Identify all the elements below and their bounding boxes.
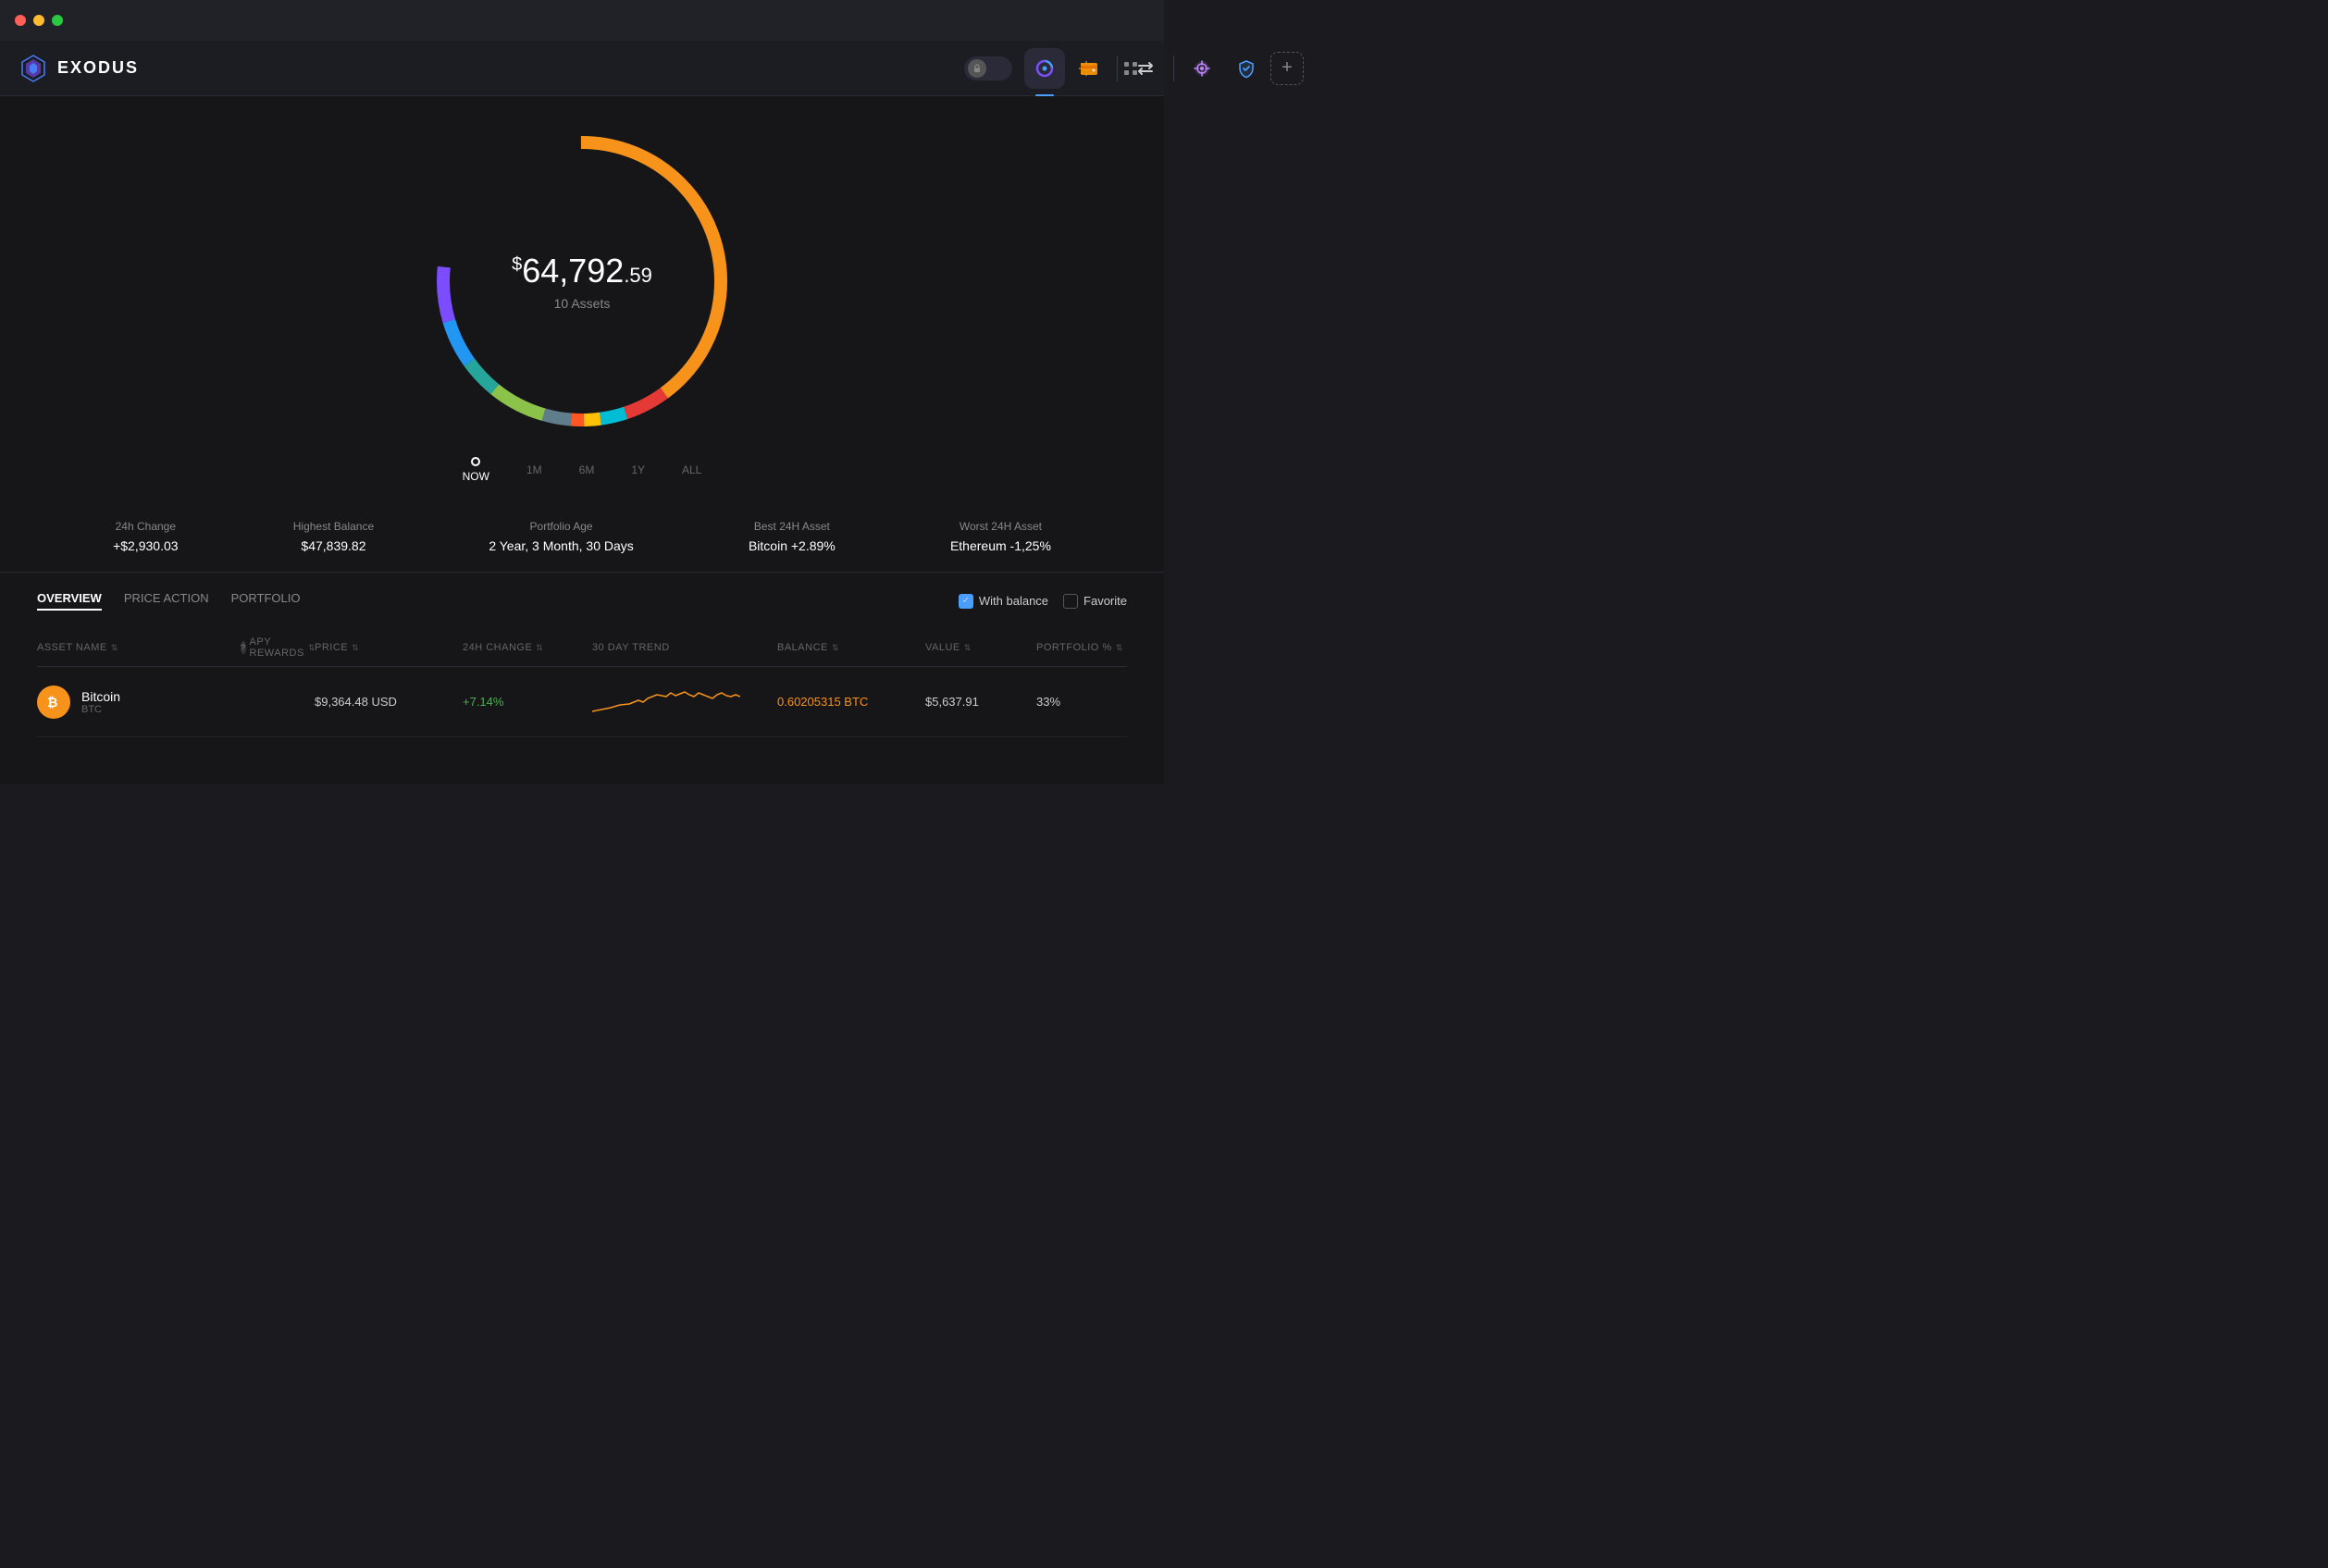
tab-apps[interactable]: [1182, 48, 1222, 89]
time-6m[interactable]: 6M: [579, 463, 595, 476]
sort-price-icon: ⇅: [352, 643, 359, 653]
th-apy[interactable]: ? APY REWARDS ⇅: [241, 636, 315, 659]
asset-info-cell: ₿ Bitcoin BTC: [37, 685, 241, 719]
sort-value-icon: ⇅: [964, 643, 972, 653]
wallet-icon: [1079, 58, 1099, 79]
sort-portfolio-icon: ⇅: [1116, 643, 1123, 653]
add-tab-button[interactable]: +: [1270, 52, 1304, 85]
maximize-button[interactable]: [52, 15, 63, 26]
btc-icon: ₿: [37, 685, 70, 719]
chart-section: $64,792.59 10 Assets NOW 1M 6M 1Y ALL: [0, 96, 1164, 501]
time-1m[interactable]: 1M: [526, 463, 542, 476]
tab-portfolio[interactable]: PORTFOLIO: [231, 591, 301, 611]
sort-asset-icon: ⇅: [111, 643, 118, 653]
portfolio-icon: [1034, 58, 1055, 79]
table-header: ASSET NAME ⇅ ? APY REWARDS ⇅ PRICE ⇅ 24H…: [37, 629, 1127, 667]
lock-toggle[interactable]: [964, 56, 1012, 80]
th-price[interactable]: PRICE ⇅: [315, 636, 463, 659]
logo[interactable]: EXODUS: [19, 54, 139, 83]
th-portfolio[interactable]: PORTFOLIO % ⇅: [1036, 636, 1129, 659]
nav-tabs: +: [1024, 48, 1304, 89]
passkey-icon: [1236, 58, 1257, 79]
th-change[interactable]: 24H CHANGE ⇅: [463, 636, 592, 659]
tab-passkey[interactable]: [1226, 48, 1267, 89]
stat-worst-asset: Worst 24H Asset Ethereum -1,25%: [950, 520, 1051, 553]
tab-overview[interactable]: OVERVIEW: [37, 591, 102, 611]
sort-change-icon: ⇅: [536, 643, 543, 653]
favorite-checkbox[interactable]: [1063, 594, 1078, 609]
svg-text:₿: ₿: [47, 695, 57, 710]
th-value[interactable]: VALUE ⇅: [925, 636, 1036, 659]
value-cell: $5,637.91: [925, 695, 1036, 709]
tab-price-action[interactable]: PRICE ACTION: [124, 591, 209, 611]
nav-separator-2: [1173, 56, 1174, 81]
donut-chart: $64,792.59 10 Assets: [425, 124, 739, 438]
asset-info: ₿ Bitcoin BTC: [37, 685, 241, 719]
stat-24h-change: 24h Change +$2,930.03: [113, 520, 178, 553]
with-balance-checkbox[interactable]: ✓: [959, 594, 973, 609]
btc-sparkline: [592, 682, 740, 719]
time-all[interactable]: ALL: [682, 463, 701, 476]
th-asset-name[interactable]: ASSET NAME ⇅: [37, 636, 241, 659]
time-now[interactable]: NOW: [463, 457, 489, 483]
apy-help-icon[interactable]: ?: [241, 641, 246, 654]
stats-row: 24h Change +$2,930.03 Highest Balance $4…: [0, 501, 1164, 573]
sort-balance-icon: ⇅: [832, 643, 839, 653]
main-content: $64,792.59 10 Assets NOW 1M 6M 1Y ALL 24…: [0, 96, 1164, 784]
change-cell: +7.14%: [463, 695, 592, 709]
title-bar: [0, 0, 1164, 41]
th-balance[interactable]: BALANCE ⇅: [777, 636, 925, 659]
apps-icon: [1192, 58, 1212, 79]
time-1y[interactable]: 1Y: [631, 463, 645, 476]
th-trend: 30 DAY TREND: [592, 636, 777, 659]
asset-name-col: Bitcoin BTC: [81, 689, 120, 715]
filter-favorite[interactable]: Favorite: [1063, 594, 1127, 609]
tab-portfolio[interactable]: [1024, 48, 1065, 89]
header: EXODUS: [0, 41, 1164, 96]
table-filters: ✓ With balance Favorite: [959, 594, 1127, 609]
balance-cell: 0.60205315 BTC: [777, 695, 925, 709]
filter-with-balance[interactable]: ✓ With balance: [959, 594, 1048, 609]
stat-best-asset: Best 24H Asset Bitcoin +2.89%: [749, 520, 836, 553]
table-tabs: OVERVIEW PRICE ACTION PORTFOLIO ✓ With b…: [37, 591, 1127, 611]
exchange-icon: [1135, 58, 1156, 79]
tab-exchange[interactable]: [1125, 48, 1166, 89]
price-cell: $9,364.48 USD: [315, 695, 463, 709]
table-row[interactable]: ₿ Bitcoin BTC $9,364.48 USD +7.14% 0.: [37, 667, 1127, 737]
donut-center: $64,792.59 10 Assets: [512, 252, 652, 311]
lock-icon: [968, 59, 986, 78]
exodus-logo-icon: [19, 54, 48, 83]
portfolio-value: $64,792.59: [512, 252, 652, 290]
window-controls[interactable]: [15, 15, 63, 26]
minimize-button[interactable]: [33, 15, 44, 26]
nav-separator: [1117, 56, 1118, 81]
stat-portfolio-age: Portfolio Age 2 Year, 3 Month, 30 Days: [489, 520, 633, 553]
time-dot: [471, 457, 480, 466]
logo-text: EXODUS: [57, 58, 139, 78]
table-section: OVERVIEW PRICE ACTION PORTFOLIO ✓ With b…: [0, 573, 1164, 756]
stat-highest-balance: Highest Balance $47,839.82: [293, 520, 374, 553]
time-selector: NOW 1M 6M 1Y ALL: [463, 457, 702, 483]
portfolio-cell: 33%: [1036, 695, 1129, 709]
trend-cell: [592, 682, 777, 722]
tab-wallet[interactable]: [1069, 48, 1109, 89]
asset-count: 10 Assets: [512, 296, 652, 311]
close-button[interactable]: [15, 15, 26, 26]
